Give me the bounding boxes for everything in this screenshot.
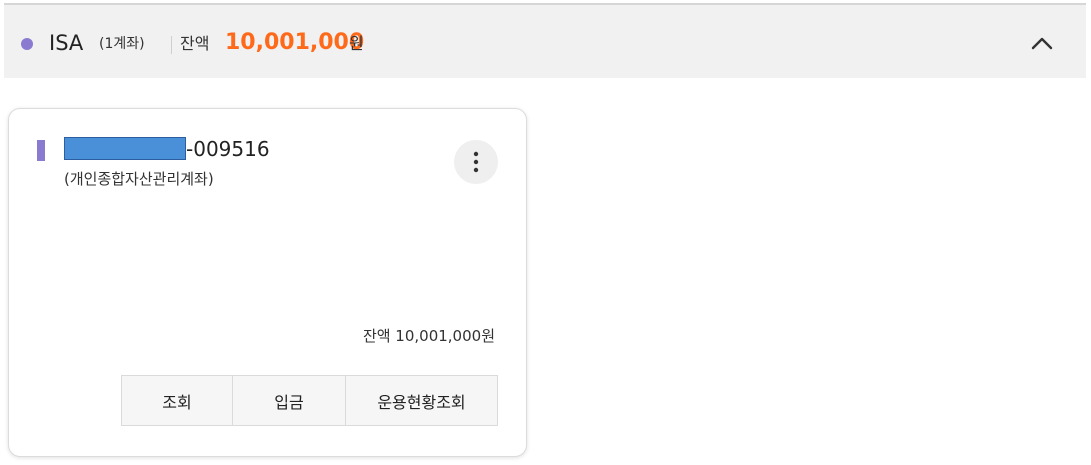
more-vertical-icon: [473, 151, 479, 173]
account-card: -009516 (개인종합자산관리계좌) 잔액 10,001,000원 조회 입…: [8, 108, 527, 457]
collapse-button[interactable]: [1025, 27, 1059, 61]
group-account-count: (1계좌): [99, 36, 145, 52]
group-balance-amount: 10,001,000: [225, 30, 365, 55]
account-balance: 잔액 10,001,000원: [362, 327, 495, 345]
inquiry-button[interactable]: 조회: [121, 375, 233, 426]
account-color-bar: [37, 140, 45, 161]
account-group-header[interactable]: ISA (1계좌) 잔액 10,001,000 원: [4, 5, 1086, 78]
group-balance-label: 잔액: [180, 34, 210, 53]
group-color-dot: [21, 38, 33, 50]
account-number-suffix: -009516: [186, 137, 270, 161]
header-separator: [171, 36, 172, 54]
chevron-up-icon: [1031, 37, 1053, 50]
more-options-button[interactable]: [454, 140, 498, 184]
deposit-button[interactable]: 입금: [232, 375, 346, 426]
management-status-button[interactable]: 운용현황조회: [345, 375, 498, 426]
group-balance-unit: 원: [349, 34, 364, 53]
account-type-label: (개인종합자산관리계좌): [64, 170, 214, 188]
account-actions: 조회 입금 운용현황조회: [121, 375, 498, 426]
group-name: ISA: [49, 31, 84, 55]
masked-account-number: [64, 137, 186, 160]
